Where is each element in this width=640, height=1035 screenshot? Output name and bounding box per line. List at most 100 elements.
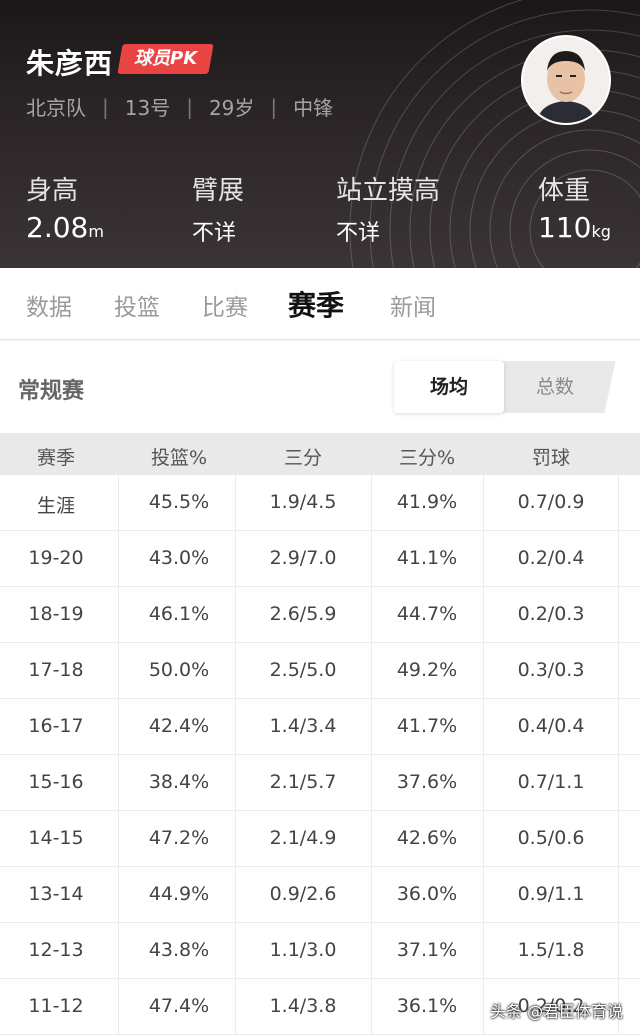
cell-season: 14-15	[28, 827, 84, 849]
stat-wingspan-label: 臂展	[192, 176, 245, 206]
cell-three: 1.4/3.4	[269, 715, 337, 737]
cell-ft: 0.5/0.6	[517, 827, 585, 849]
column-divider	[618, 643, 619, 698]
player-meta: 北京队 | 13号 | 29岁 | 中锋	[26, 92, 333, 121]
cell-ft: 0.9/1.1	[517, 883, 585, 905]
meta-divider: |	[102, 94, 109, 119]
column-divider	[118, 867, 119, 922]
stat-weight-value: 110kg	[538, 211, 611, 244]
cell-three-pct: 42.6%	[396, 827, 458, 849]
header-three-pct: 三分%	[398, 447, 456, 469]
cell-three: 2.6/5.9	[269, 603, 337, 625]
cell-fg-pct: 44.9%	[148, 883, 210, 905]
stat-wingspan-value: 不详	[192, 221, 237, 246]
stat-reach: 站立摸高 不详	[336, 170, 440, 247]
cell-season: 16-17	[28, 715, 84, 737]
stat-mode-toggle: 总数 场均	[394, 361, 616, 413]
header-fg-pct: 投篮%	[150, 447, 208, 469]
cell-season: 11-12	[28, 995, 84, 1017]
column-divider	[618, 923, 619, 978]
tab-season[interactable]: 赛季	[288, 284, 344, 324]
cell-three: 1.4/3.8	[269, 995, 337, 1017]
regular-season-bar: 常规赛 总数 场均	[0, 341, 640, 433]
column-divider	[618, 811, 619, 866]
table-row: 15-16 38.4% 2.1/5.7 37.6% 0.7/1.1	[0, 755, 640, 811]
physical-stats: 身高 2.08m 臂展 不详 站立摸高 不详 体重 110kg	[0, 170, 640, 250]
cell-fg-pct: 42.4%	[148, 715, 210, 737]
player-pk-button[interactable]: 球员PK	[117, 44, 214, 74]
stat-reach-value: 不详	[336, 221, 381, 246]
section-title: 常规赛	[18, 379, 85, 404]
player-avatar-image	[523, 37, 609, 123]
team-name: 北京队	[26, 96, 86, 120]
stat-height-value: 2.08m	[26, 211, 104, 244]
cell-three: 1.1/3.0	[269, 939, 337, 961]
cell-three-pct: 44.7%	[396, 603, 458, 625]
tab-shooting[interactable]: 投篮	[114, 288, 160, 322]
cell-three-pct: 36.1%	[396, 995, 458, 1017]
cell-fg-pct: 38.4%	[148, 771, 210, 793]
tab-games[interactable]: 比赛	[202, 288, 248, 322]
cell-fg-pct: 45.5%	[148, 491, 210, 513]
cell-fg-pct: 46.1%	[148, 603, 210, 625]
table-row: 19-20 43.0% 2.9/7.0 41.1% 0.2/0.4	[0, 531, 640, 587]
stat-weight-label: 体重	[538, 176, 591, 206]
cell-three: 2.1/4.9	[269, 827, 337, 849]
table-row: 13-14 44.9% 0.9/2.6 36.0% 0.9/1.1	[0, 867, 640, 923]
cell-three: 0.9/2.6	[269, 883, 337, 905]
player-avatar	[521, 35, 611, 125]
player-age: 29岁	[208, 96, 255, 120]
cell-season: 17-18	[28, 659, 84, 681]
column-divider	[118, 979, 119, 1034]
stat-weight: 体重 110kg	[538, 170, 611, 244]
cell-three: 1.9/4.5	[269, 491, 337, 513]
table-body: 生涯 45.5% 1.9/4.5 41.9% 0.7/0.9 19-20 43.0% 2.9/…	[0, 475, 640, 1035]
tab-news[interactable]: 新闻	[390, 288, 436, 322]
cell-fg-pct: 43.0%	[148, 547, 210, 569]
cell-season: 19-20	[28, 547, 84, 569]
cell-three: 2.1/5.7	[269, 771, 337, 793]
cell-fg-pct: 43.8%	[148, 939, 210, 961]
player-position: 中锋	[293, 96, 334, 120]
cell-fg-pct: 47.2%	[148, 827, 210, 849]
column-divider	[618, 867, 619, 922]
meta-divider: |	[270, 94, 278, 119]
column-divider	[618, 699, 619, 754]
stat-height-label: 身高	[26, 176, 79, 206]
cell-three-pct: 37.1%	[396, 939, 458, 961]
cell-three-pct: 49.2%	[396, 659, 458, 681]
stat-wingspan: 臂展 不详	[192, 170, 244, 247]
cell-ft: 1.5/1.8	[517, 939, 585, 961]
column-divider	[118, 587, 119, 642]
cell-three-pct: 41.1%	[396, 547, 458, 569]
toggle-per-game-button[interactable]: 场均	[394, 361, 504, 413]
cell-ft: 0.7/0.9	[517, 491, 585, 513]
column-divider	[118, 699, 119, 754]
season-stats-table: 赛季 投篮% 三分 三分% 罚球 生涯 45.5% 1.9/4.5 41.9% 0.7/…	[0, 433, 640, 1035]
cell-three-pct: 37.6%	[396, 771, 458, 793]
watermark: 头条 @君臣体育说	[490, 1002, 624, 1021]
toggle-total-button[interactable]: 总数	[484, 361, 616, 413]
stat-reach-label: 站立摸高	[336, 176, 441, 206]
header-season: 赛季	[36, 447, 75, 469]
column-divider	[118, 923, 119, 978]
cell-three-pct: 41.9%	[396, 491, 458, 513]
cell-three-pct: 36.0%	[396, 883, 458, 905]
table-row: 18-19 46.1% 2.6/5.9 44.7% 0.2/0.3	[0, 587, 640, 643]
table-row: 12-13 43.8% 1.1/3.0 37.1% 1.5/1.8	[0, 923, 640, 979]
table-header: 赛季 投篮% 三分 三分% 罚球	[0, 433, 640, 475]
stat-height: 身高 2.08m	[26, 170, 104, 244]
column-divider	[618, 531, 619, 586]
table-row: 16-17 42.4% 1.4/3.4 41.7% 0.4/0.4	[0, 699, 640, 755]
cell-season: 生涯	[36, 495, 75, 517]
tab-data[interactable]: 数据	[26, 288, 72, 322]
cell-fg-pct: 50.0%	[148, 659, 210, 681]
column-divider	[118, 531, 119, 586]
table-row: 17-18 50.0% 2.5/5.0 49.2% 0.3/0.3	[0, 643, 640, 699]
column-divider	[618, 755, 619, 810]
player-header: 朱彦西 球员PK 北京队 | 13号 | 29岁 | 中锋 身高 2.08m 臂…	[0, 0, 640, 268]
table-row: 14-15 47.2% 2.1/4.9 42.6% 0.5/0.6	[0, 811, 640, 867]
header-three: 三分	[283, 447, 322, 469]
cell-season: 15-16	[28, 771, 84, 793]
column-divider	[118, 755, 119, 810]
